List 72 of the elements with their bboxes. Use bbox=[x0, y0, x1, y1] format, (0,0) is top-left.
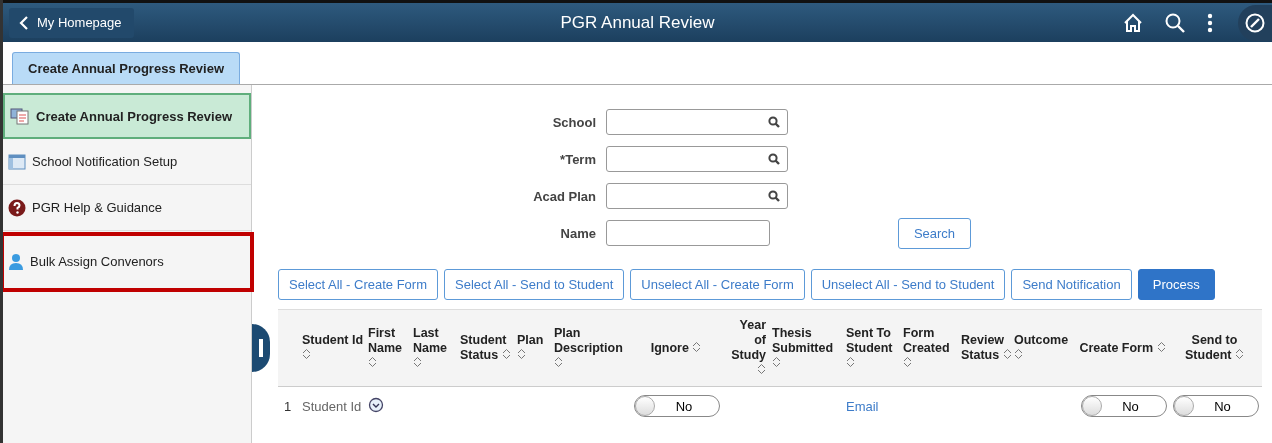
sort-icon bbox=[1235, 348, 1244, 360]
email-link[interactable]: Email bbox=[846, 398, 903, 414]
page-title: PGR Annual Review bbox=[560, 12, 715, 33]
sidebar-item[interactable]: School Notification Setup bbox=[3, 139, 251, 185]
field-label: *Term bbox=[559, 151, 597, 167]
sort-icon bbox=[772, 355, 781, 368]
sort-icon bbox=[1014, 348, 1023, 360]
search-icon[interactable] bbox=[768, 190, 780, 202]
navigation-button[interactable] bbox=[1238, 4, 1272, 41]
sort-icon bbox=[413, 355, 422, 368]
field-label: School bbox=[551, 114, 597, 130]
window-icon bbox=[8, 153, 26, 170]
column-header[interactable]: Ignore bbox=[628, 340, 726, 356]
sort-icon bbox=[1156, 340, 1166, 353]
column-header[interactable]: Plan Description bbox=[554, 325, 628, 371]
home-icon[interactable] bbox=[1122, 11, 1144, 34]
sort-icon bbox=[501, 348, 511, 360]
column-header[interactable]: Year of Study bbox=[726, 318, 772, 378]
table-cell-text: Student Id bbox=[302, 398, 363, 414]
column-header[interactable]: First Name bbox=[368, 325, 413, 371]
dropdown-icon[interactable] bbox=[368, 396, 384, 413]
sort-icon bbox=[368, 355, 377, 368]
input-field[interactable] bbox=[606, 109, 788, 135]
column-header[interactable]: Outcome bbox=[1014, 333, 1076, 363]
field-label: Name bbox=[559, 225, 597, 241]
search-icon[interactable] bbox=[1164, 11, 1186, 34]
search-icon[interactable] bbox=[768, 153, 780, 165]
page-tab[interactable]: Create Annual Progress Review bbox=[12, 52, 241, 84]
sort-icon bbox=[302, 348, 311, 360]
action-button[interactable]: Unselect All - Send to Student bbox=[810, 269, 1006, 300]
row-number: 1 bbox=[284, 398, 293, 414]
sort-icon bbox=[554, 355, 563, 368]
column-header[interactable]: Send to Student bbox=[1171, 333, 1260, 363]
column-header[interactable]: Review Status bbox=[961, 333, 1014, 363]
sidebar-item[interactable]: PGR Help & Guidance bbox=[3, 185, 251, 231]
sidebar-item[interactable]: Create Annual Progress Review bbox=[3, 93, 251, 139]
sort-icon bbox=[903, 355, 912, 368]
field-label: Acad Plan bbox=[532, 188, 597, 204]
more-icon[interactable] bbox=[1206, 11, 1214, 34]
column-header[interactable]: Form Created bbox=[903, 325, 961, 371]
column-header[interactable]: Thesis Submitted bbox=[772, 325, 846, 371]
action-button[interactable]: Select All - Send to Student bbox=[444, 269, 625, 300]
action-button[interactable]: Select All - Create Form bbox=[278, 269, 438, 300]
sort-icon bbox=[692, 340, 702, 353]
column-header[interactable]: Create Form bbox=[1076, 340, 1171, 356]
action-button[interactable]: Unselect All - Create Form bbox=[630, 269, 805, 300]
sort-icon bbox=[846, 355, 855, 368]
person-icon bbox=[8, 252, 24, 271]
sidebar-item[interactable]: Bulk Assign Convenors bbox=[3, 235, 251, 289]
sort-icon bbox=[757, 363, 766, 375]
collapse-handle[interactable] bbox=[252, 324, 270, 372]
back-icon bbox=[19, 15, 29, 30]
input-field[interactable] bbox=[606, 146, 788, 172]
search-icon[interactable] bbox=[768, 116, 780, 128]
action-button[interactable]: Process bbox=[1137, 269, 1215, 300]
sort-icon bbox=[1002, 348, 1012, 360]
toggle-switch[interactable]: No bbox=[1172, 395, 1259, 417]
input-field[interactable] bbox=[606, 183, 788, 209]
sort-icon bbox=[517, 348, 526, 360]
column-header[interactable]: Sent To Student bbox=[846, 325, 903, 371]
toggle-switch[interactable]: No bbox=[1080, 395, 1167, 417]
input-field[interactable] bbox=[606, 220, 770, 246]
column-header[interactable]: Plan bbox=[517, 333, 554, 363]
toggle-switch[interactable]: No bbox=[634, 395, 720, 417]
action-button[interactable]: Send Notification bbox=[1011, 269, 1132, 300]
search-button[interactable]: Search bbox=[898, 217, 971, 249]
column-header[interactable]: Student Id bbox=[302, 333, 368, 363]
form-icon bbox=[10, 107, 30, 125]
back-button[interactable]: My Homepage bbox=[9, 7, 134, 38]
help-icon bbox=[8, 198, 26, 217]
column-header[interactable]: Student Status bbox=[460, 333, 517, 363]
column-header[interactable]: Last Name bbox=[413, 325, 460, 371]
